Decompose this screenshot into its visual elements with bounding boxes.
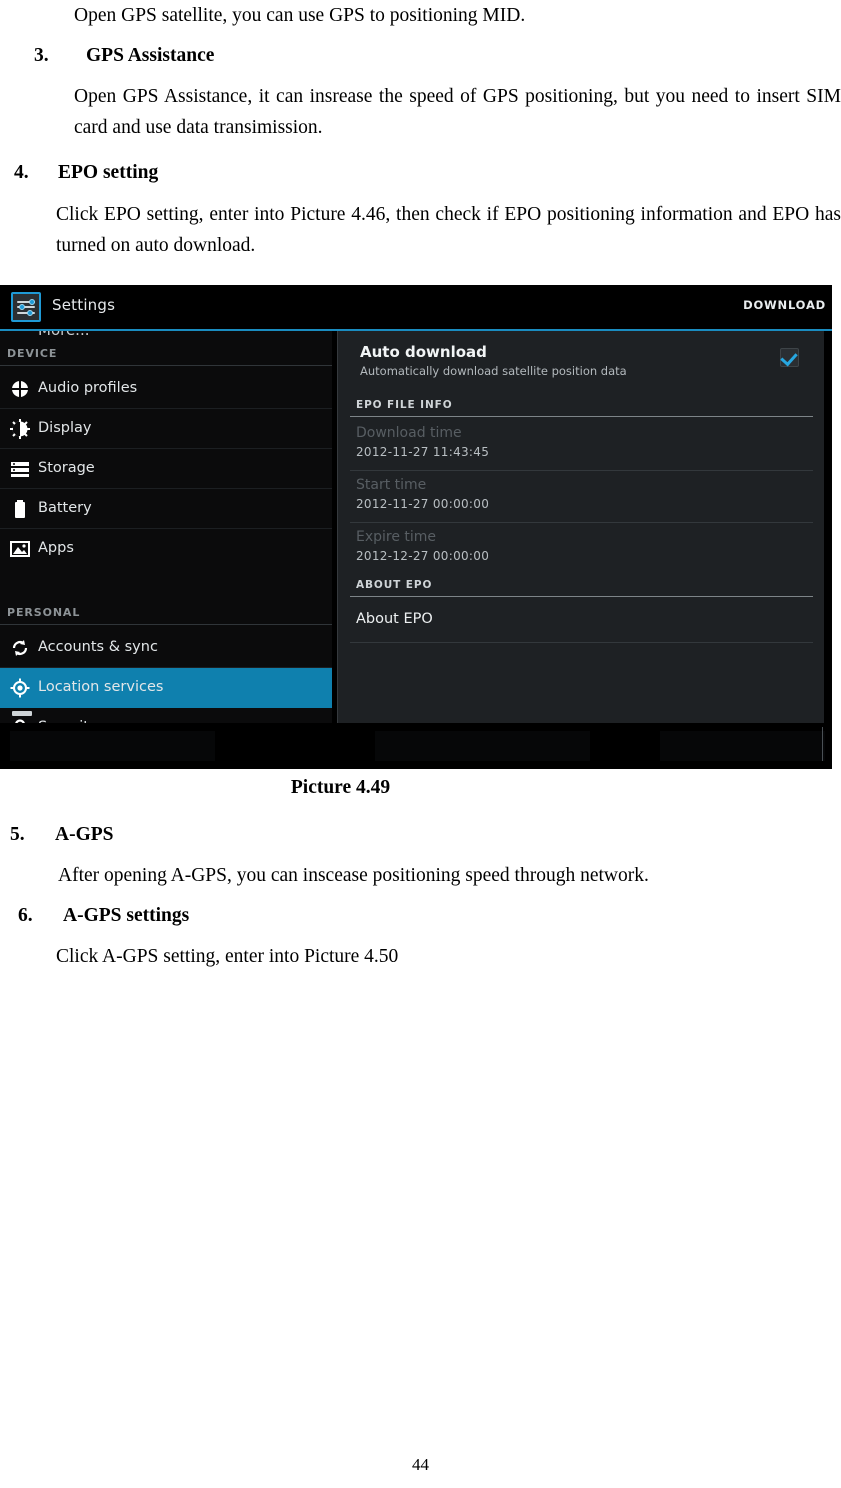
sidebar-item-label: Location services [38,679,164,695]
audio-profiles-icon [10,379,30,399]
auto-download-title: Auto download [360,343,487,361]
sidebar-item-label: Apps [38,540,74,556]
system-bar-region-center [375,731,590,761]
list-item-3: 3. GPS Assistance [34,40,841,71]
sidebar-item-location-services[interactable]: Location services [0,668,332,708]
list-item-4-number: 4. [14,162,29,183]
system-bar-edge [822,727,823,761]
row-value: 2012-11-27 00:00:00 [356,497,490,511]
section-header-epo-file-info: EPO FILE INFO [350,399,813,417]
action-bar: Settings DOWNLOAD [0,285,832,331]
document-page: Open GPS satellite, you can use GPS to p… [0,0,841,1488]
battery-icon [10,499,30,519]
list-item-4-title: EPO setting [58,162,159,183]
auto-download-checkbox[interactable] [780,348,799,367]
sidebar-item-accounts-and-sync[interactable]: Accounts & sync [0,628,332,668]
intro-paragraph: Open GPS satellite, you can use GPS to p… [74,5,526,26]
sidebar-item-partial-next [12,711,32,716]
figure-screenshot-picture-4-49: Settings DOWNLOAD More... DEVICE Audi [0,285,832,769]
list-item-6-number: 6. [18,904,33,926]
nav-item-more[interactable]: More... [38,331,90,339]
check-icon [780,348,798,367]
sidebar-item-label: Battery [38,500,92,516]
sidebar-item-label: Display [38,420,92,436]
list-item-5-number: 5. [10,823,25,845]
display-icon [10,419,30,439]
sidebar-item-display[interactable]: Display [0,409,332,449]
sidebar-item-security[interactable]: Security [0,708,332,723]
sidebar-item-apps[interactable]: Apps [0,529,332,569]
table-row: Download time 2012-11-27 11:43:45 [350,421,813,471]
sidebar-item-label: Audio profiles [38,380,138,396]
row-label: Start time [356,477,427,493]
system-bar-region-left [10,731,215,761]
list-item-3-number: 3. [34,45,49,66]
row-value: 2012-12-27 00:00:00 [356,549,490,563]
list-item-6: 6. A-GPS settings [18,900,841,931]
settings-body: More... DEVICE Audio profiles [0,331,832,723]
settings-sliders-icon [11,292,41,322]
sidebar-item-audio-profiles[interactable]: Audio profiles [0,369,332,409]
sidebar-item-storage[interactable]: Storage [0,449,332,489]
auto-download-summary: Automatically download satellite positio… [360,364,627,378]
storage-icon [10,459,30,479]
table-row: Expire time 2012-12-27 00:00:00 [350,525,813,575]
system-bar [0,723,832,769]
page-number: 44 [412,1455,429,1474]
list-item-6-title: A-GPS settings [63,904,190,926]
list-item-4-body: Click EPO setting, enter into Picture 4.… [56,204,841,256]
about-epo-item[interactable]: About EPO [350,601,813,643]
download-button[interactable]: DOWNLOAD [743,298,826,312]
about-epo-label: About EPO [356,611,433,627]
nav-header-device: DEVICE [0,347,332,366]
table-row: Start time 2012-11-27 00:00:00 [350,473,813,523]
list-item-5-title: A-GPS [55,823,114,845]
list-item-5-body: After opening A-GPS, you can inscease po… [58,864,649,886]
list-item-5: 5. A-GPS [10,819,841,850]
settings-nav-list[interactable]: More... DEVICE Audio profiles [0,331,332,723]
sidebar-item-label: Storage [38,460,95,476]
epo-settings-pane: Auto download Automatically download sat… [337,331,824,723]
sync-icon [10,638,30,658]
list-item-6-body: Click A-GPS setting, enter into Picture … [56,945,399,967]
section-header-about-epo: ABOUT EPO [350,579,813,597]
row-label: Expire time [356,529,437,545]
location-icon [10,678,30,698]
figure-caption: Picture 4.49 [290,777,391,798]
sidebar-item-label: Accounts & sync [38,639,158,655]
list-item-4: 4. EPO setting [14,157,841,188]
system-bar-region-right [660,731,825,761]
row-label: Download time [356,425,462,441]
apps-icon [10,539,30,559]
nav-header-personal: PERSONAL [0,606,332,625]
list-item-3-title: GPS Assistance [86,45,215,66]
app-title: Settings [52,296,116,314]
list-item-3-body: Open GPS Assistance, it can insrease the… [74,86,841,138]
sidebar-item-battery[interactable]: Battery [0,489,332,529]
row-value: 2012-11-27 11:43:45 [356,445,490,459]
